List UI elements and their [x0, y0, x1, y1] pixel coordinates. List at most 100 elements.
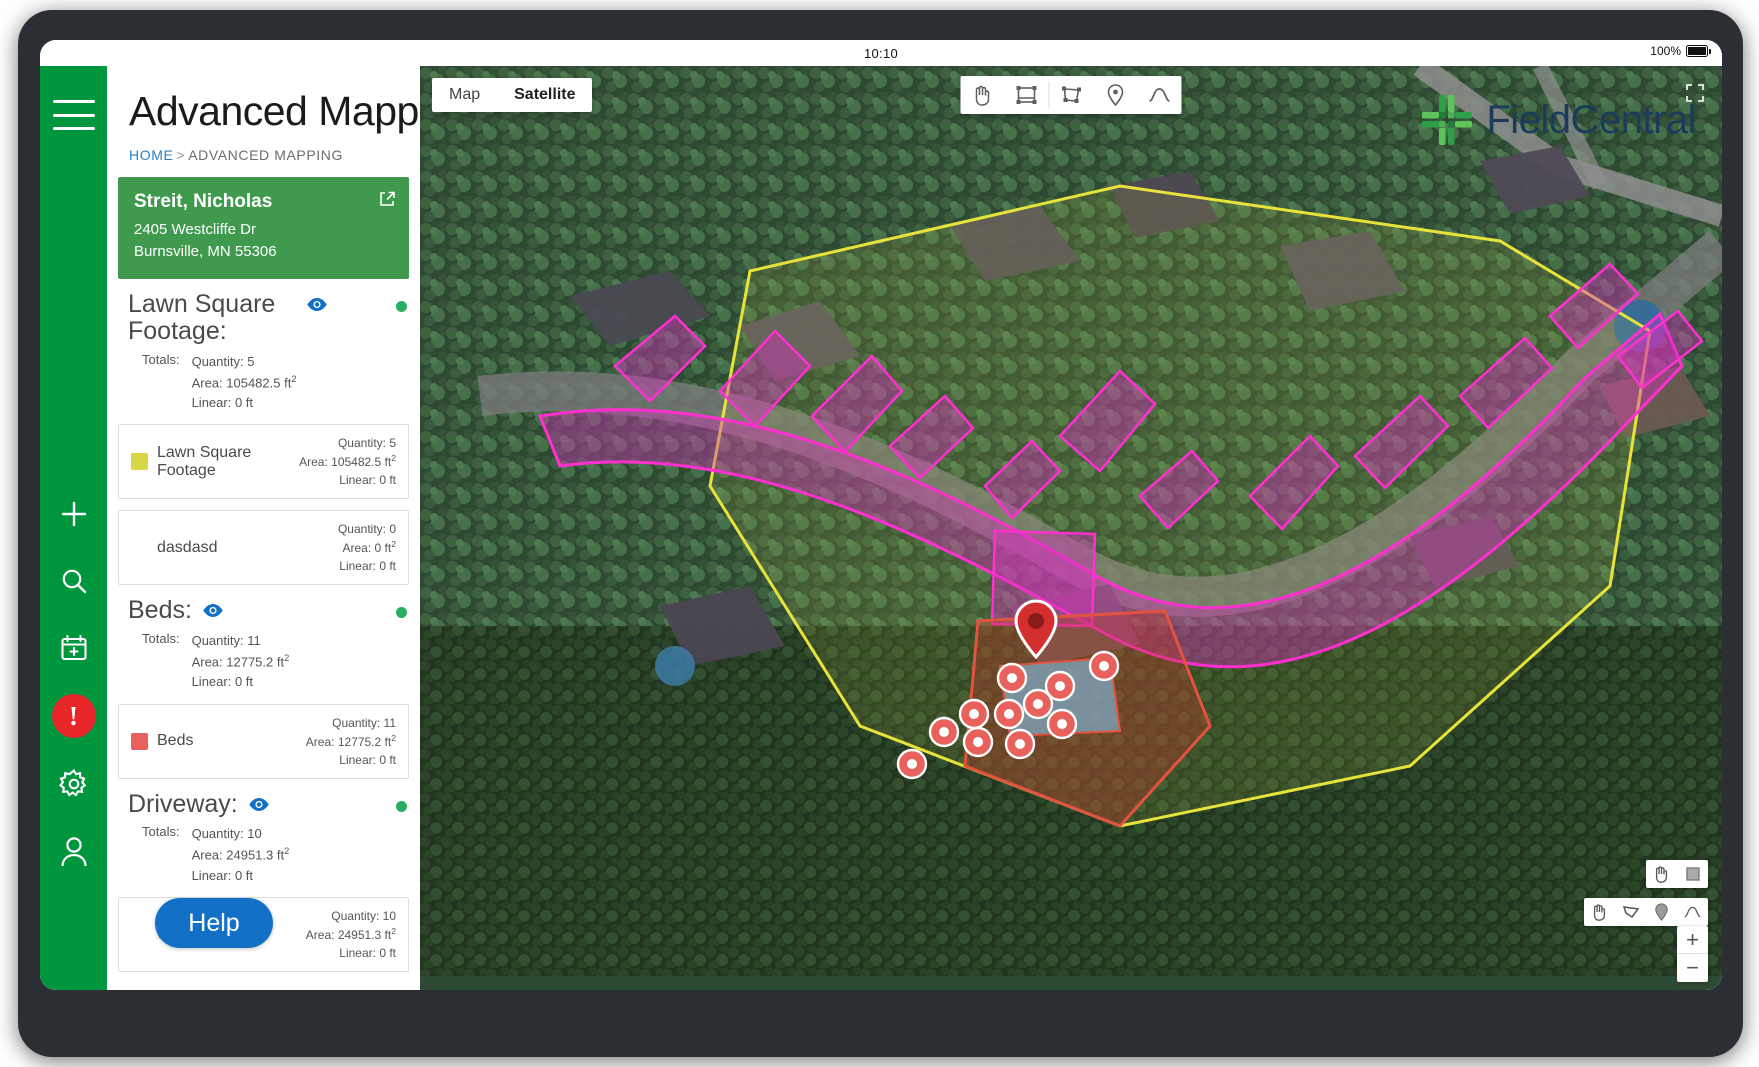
- status-bar-right: 100%: [1650, 44, 1708, 58]
- polygon-crop-icon[interactable]: [1050, 76, 1094, 114]
- status-bar-time: 10:10: [864, 46, 898, 61]
- zoom-out-button[interactable]: −: [1677, 954, 1708, 982]
- plus-icon[interactable]: [53, 493, 95, 535]
- group-header: Driveway:: [118, 791, 409, 819]
- line-tool-icon[interactable]: [1138, 76, 1182, 114]
- map-zoom-controls[interactable]: + −: [1677, 926, 1708, 982]
- totals-linear: Linear: 0 ft: [192, 866, 290, 886]
- polyline-icon[interactable]: [1677, 898, 1708, 926]
- app-root: !: [40, 66, 1722, 990]
- calendar-add-icon[interactable]: [53, 627, 95, 669]
- group-totals: Totals: Quantity: 10Area: 24951.3 ft2Line…: [118, 824, 409, 886]
- gear-icon[interactable]: [53, 763, 95, 805]
- page-header: Advanced Mapping HOME>ADVANCED MAPPING: [107, 66, 420, 163]
- page-title: Advanced Mapping: [129, 88, 420, 135]
- item-quantity: Quantity: 10: [306, 907, 396, 925]
- satellite-map-canvas[interactable]: [420, 66, 1722, 976]
- brand-name: FieldCentral: [1486, 98, 1696, 143]
- alert-icon[interactable]: !: [52, 694, 96, 738]
- rectangle-icon[interactable]: [1677, 860, 1708, 888]
- tablet-frame: 10:10 100%: [18, 10, 1743, 1057]
- map-type-map[interactable]: Map: [432, 78, 497, 112]
- hamburger-menu-icon[interactable]: [53, 100, 95, 130]
- measurement-group: Driveway:Totals:Quantity: 10Area: 24951.…: [118, 791, 409, 972]
- totals-quantity: Quantity: 10: [192, 824, 290, 844]
- map-pin-icon[interactable]: [1646, 898, 1677, 926]
- visibility-eye-icon[interactable]: [202, 603, 224, 623]
- customer-address-line2: Burnsville, MN 55306: [134, 241, 393, 263]
- totals-linear: Linear: 0 ft: [192, 672, 290, 692]
- customer-name: Streit, Nicholas: [134, 191, 393, 213]
- zoom-in-button[interactable]: +: [1677, 926, 1708, 954]
- battery-icon: [1686, 45, 1708, 57]
- pan-hand-icon[interactable]: [961, 76, 1005, 114]
- map-tools-toolbar[interactable]: [961, 76, 1182, 114]
- brand-logo: FieldCentral: [1419, 92, 1696, 148]
- measurement-item-row[interactable]: Lawn Square FootageQuantity: 5Area: 1054…: [118, 424, 409, 499]
- item-linear: Linear: 0 ft: [338, 557, 396, 575]
- totals-label: Totals:: [142, 352, 180, 414]
- shape-select-icon[interactable]: [1005, 76, 1049, 114]
- map-controls-upper[interactable]: [1646, 860, 1708, 888]
- group-status-dot: [396, 301, 407, 312]
- color-swatch: [131, 733, 148, 750]
- group-totals: Totals: Quantity: 5Area: 105482.5 ft2Line…: [118, 352, 409, 414]
- group-title: Lawn Square Footage:: [128, 291, 296, 346]
- item-linear: Linear: 0 ft: [306, 751, 396, 769]
- user-icon[interactable]: [53, 830, 95, 872]
- measurement-item-row[interactable]: dasdasd Quantity: 0Area: 0 ft2Linear: 0 f…: [118, 510, 409, 585]
- tablet-screen: 10:10 100%: [40, 40, 1722, 990]
- measurement-item-row[interactable]: Beds Quantity: 11Area: 12775.2 ft2Linear:…: [118, 704, 409, 779]
- totals-area: Area: 105482.5 ft2: [192, 372, 297, 393]
- item-area: Area: 0 ft2: [338, 538, 396, 557]
- group-status-dot: [396, 607, 407, 618]
- left-nav-rail: !: [40, 66, 107, 990]
- map-area[interactable]: Map Satellite: [420, 66, 1722, 990]
- totals-quantity: Quantity: 5: [192, 352, 297, 372]
- map-controls-lower[interactable]: [1584, 898, 1708, 926]
- measurement-groups-list[interactable]: Lawn Square Footage:Totals:Quantity: 5Ar…: [107, 279, 420, 991]
- help-button-label: Help: [188, 909, 239, 938]
- group-header: Lawn Square Footage:: [118, 291, 409, 346]
- breadcrumb-current: ADVANCED MAPPING: [188, 147, 343, 163]
- group-totals: Totals: Quantity: 11Area: 12775.2 ft2Line…: [118, 631, 409, 693]
- group-title: Driveway:: [128, 791, 238, 819]
- color-swatch: [131, 453, 148, 470]
- item-linear: Linear: 0 ft: [306, 944, 396, 962]
- item-linear: Linear: 0 ft: [299, 471, 396, 489]
- visibility-eye-icon[interactable]: [248, 797, 270, 817]
- measurement-group: Beds:Totals:Quantity: 11Area: 12775.2 ft…: [118, 597, 409, 778]
- totals-area: Area: 12775.2 ft2: [192, 651, 290, 672]
- totals-linear: Linear: 0 ft: [192, 393, 297, 413]
- map-type-toggle[interactable]: Map Satellite: [432, 78, 592, 112]
- map-type-satellite[interactable]: Satellite: [497, 78, 592, 112]
- item-area: Area: 24951.3 ft2: [306, 925, 396, 944]
- polygon-icon[interactable]: [1615, 898, 1646, 926]
- help-button[interactable]: Help: [155, 898, 273, 948]
- pan-hand-icon[interactable]: [1646, 860, 1677, 888]
- map-pin-icon[interactable]: [1094, 76, 1138, 114]
- breadcrumb-home-link[interactable]: HOME: [129, 147, 173, 163]
- status-bar: 10:10 100%: [40, 40, 1722, 66]
- external-link-icon[interactable]: [379, 191, 395, 212]
- visibility-eye-icon[interactable]: [306, 297, 328, 317]
- customer-card[interactable]: Streit, Nicholas 2405 Westcliffe Dr Burn…: [118, 177, 409, 279]
- customer-address-line1: 2405 Westcliffe Dr: [134, 219, 393, 241]
- battery-percent-label: 100%: [1650, 44, 1681, 58]
- group-title: Beds:: [128, 597, 192, 625]
- item-quantity: Quantity: 0: [338, 520, 396, 538]
- totals-quantity: Quantity: 11: [192, 631, 290, 651]
- item-label: dasdasd: [157, 539, 218, 557]
- item-label: Lawn Square Footage: [157, 444, 299, 480]
- group-header: Beds:: [118, 597, 409, 625]
- item-area: Area: 12775.2 ft2: [306, 732, 396, 751]
- search-icon[interactable]: [53, 560, 95, 602]
- fieldcentral-logo-icon: [1419, 92, 1475, 148]
- totals-label: Totals:: [142, 824, 180, 886]
- totals-label: Totals:: [142, 631, 180, 693]
- totals-area: Area: 24951.3 ft2: [192, 844, 290, 865]
- item-quantity: Quantity: 11: [306, 714, 396, 732]
- pan-hand-icon[interactable]: [1584, 898, 1615, 926]
- breadcrumb: HOME>ADVANCED MAPPING: [129, 147, 420, 163]
- item-label: Beds: [157, 732, 193, 750]
